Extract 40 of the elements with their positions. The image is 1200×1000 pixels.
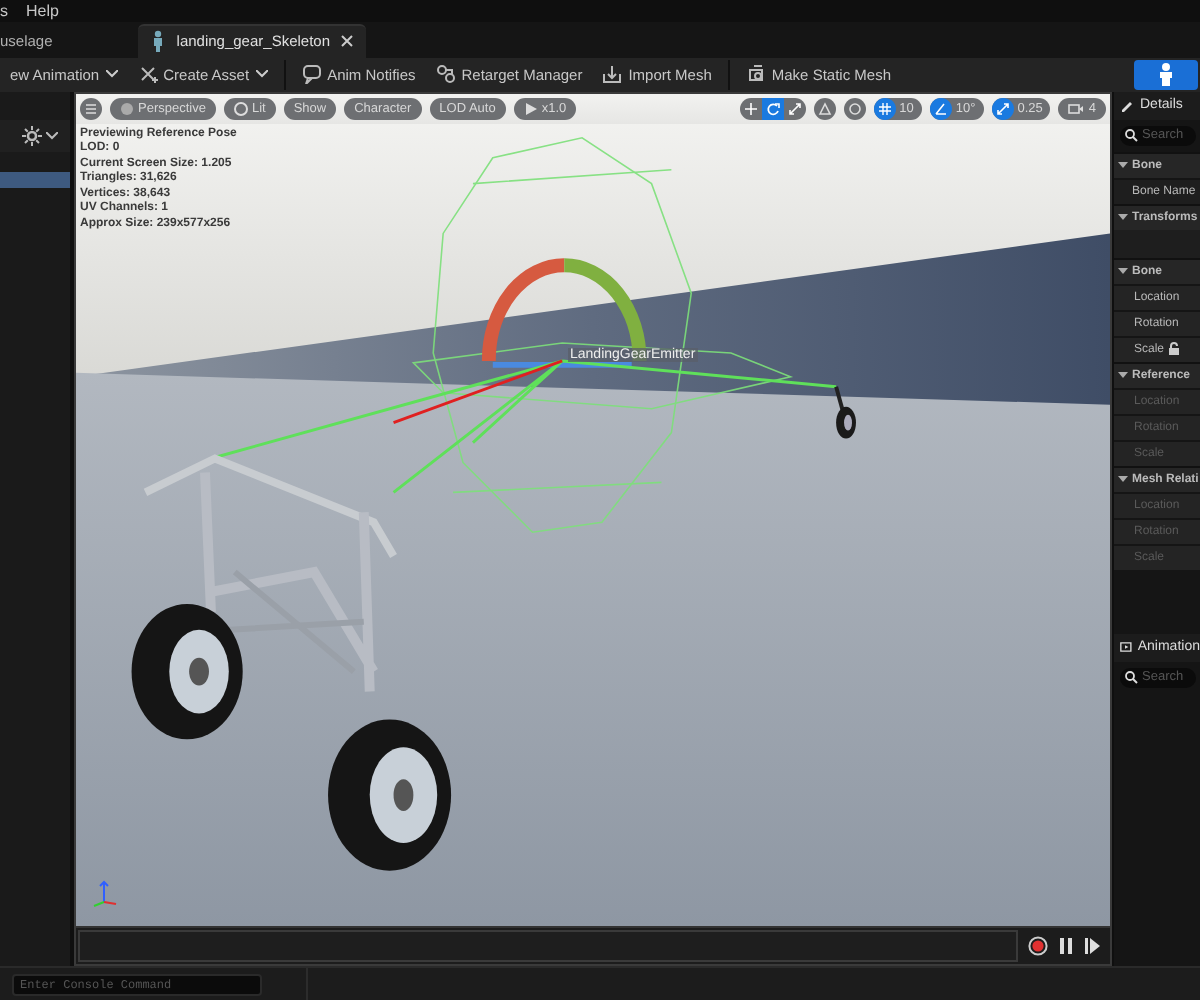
transform-tool-button[interactable]: [783, 97, 806, 120]
lock-icon[interactable]: [1168, 342, 1181, 357]
caret-icon: [46, 131, 58, 140]
menu-item[interactable]: s: [0, 1, 8, 20]
menu-button[interactable]: [80, 97, 102, 120]
axis-gizmo-icon: [92, 878, 120, 910]
expander-icon[interactable]: [1118, 474, 1128, 485]
menu-item[interactable]: Help: [26, 1, 59, 20]
search-icon: [1124, 670, 1138, 685]
angle-icon: [933, 101, 948, 116]
caret-icon: [255, 70, 268, 79]
camera-icon: [1068, 101, 1085, 116]
settings-icon[interactable]: [22, 125, 42, 146]
viewport-toggle-button[interactable]: [843, 97, 866, 120]
transform-tool-button[interactable]: [739, 97, 762, 120]
scale-icon: [787, 101, 802, 116]
rotate-icon: [765, 101, 780, 116]
viewport-toggle-button[interactable]: [813, 97, 836, 120]
grid-icon: [877, 101, 892, 116]
expander-icon[interactable]: [1118, 266, 1128, 277]
record-icon[interactable]: [1028, 936, 1048, 956]
step-forward-icon[interactable]: [1084, 936, 1102, 956]
expander-icon[interactable]: [1118, 160, 1128, 171]
person-icon: [1156, 62, 1176, 87]
import-icon: [602, 64, 623, 85]
scale-icon: [995, 101, 1010, 116]
play-icon: [523, 101, 538, 116]
expander-icon[interactable]: [1118, 212, 1128, 223]
close-icon[interactable]: [340, 34, 355, 49]
menu-icon: [84, 101, 98, 116]
search-icon: [1124, 128, 1138, 143]
caret-icon: [105, 70, 118, 79]
animation-icon: [1120, 640, 1132, 655]
expander-icon[interactable]: [1118, 370, 1128, 381]
move-icon: [743, 101, 758, 116]
tree-row[interactable]: [0, 171, 70, 188]
pause-icon[interactable]: [1058, 936, 1074, 956]
pencil-icon: [1120, 98, 1134, 113]
transform-tool-button[interactable]: [761, 97, 784, 120]
character-button[interactable]: [1134, 59, 1198, 90]
